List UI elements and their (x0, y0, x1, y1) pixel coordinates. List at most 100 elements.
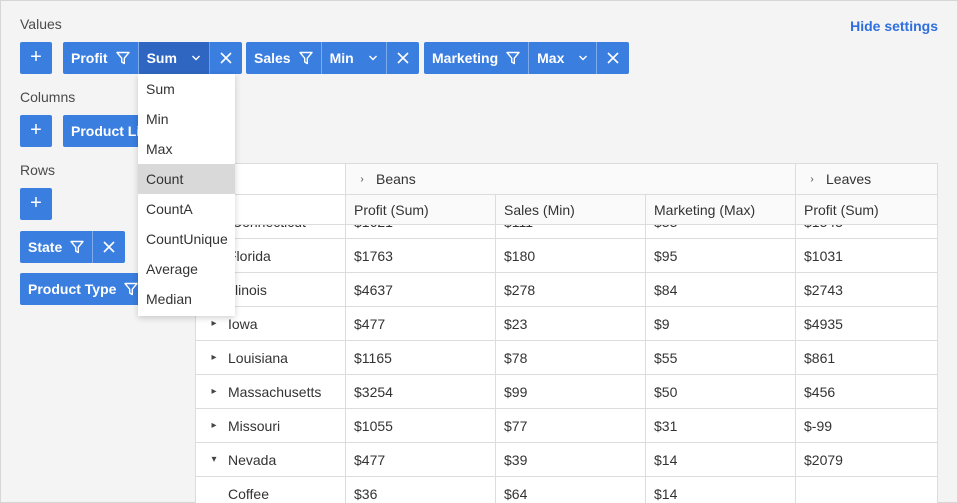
close-icon (607, 52, 619, 64)
table-cell: $23 (496, 307, 646, 341)
value-chip-field[interactable]: Profit (63, 42, 139, 74)
group-header-beans[interactable]: › Beans (346, 164, 796, 195)
value-chip-field[interactable]: Marketing (424, 42, 530, 74)
table-cell: $180 (496, 239, 646, 273)
chevron-down-icon (191, 55, 200, 61)
remove-row-button[interactable] (93, 231, 125, 263)
operation-dropdown[interactable]: Max (529, 42, 598, 74)
table-cell: $477 (346, 307, 496, 341)
row-header[interactable]: ▸ Louisiana (196, 341, 346, 375)
remove-value-button[interactable] (597, 42, 629, 74)
chevron-right-icon[interactable]: › (804, 174, 820, 185)
remove-value-button[interactable] (387, 42, 419, 74)
caret-right-icon[interactable]: ▸ (206, 318, 222, 329)
close-icon (397, 52, 409, 64)
operation-dropdown[interactable]: Sum (138, 42, 210, 74)
operation-dropdown[interactable]: Min (322, 42, 387, 74)
table-cell: $278 (496, 273, 646, 307)
hide-settings-link[interactable]: Hide settings (850, 18, 938, 34)
table-cell: $456 (796, 375, 937, 409)
chevron-down-icon (579, 55, 588, 61)
row-header: Coffee (196, 477, 346, 503)
table-cell: $14 (646, 443, 796, 477)
group-header-leaves[interactable]: › Leaves (796, 164, 937, 195)
caret-right-icon[interactable]: ▸ (206, 420, 222, 431)
chevron-right-icon[interactable]: › (354, 174, 370, 185)
table-cell: $2079 (796, 443, 937, 477)
table-cell: $78 (496, 341, 646, 375)
rows-section-label: Rows (20, 162, 56, 178)
add-row-button[interactable]: + (20, 188, 52, 220)
row-chip-product-type: Product Type (20, 273, 147, 305)
caret-right-icon[interactable]: ▸ (206, 352, 222, 363)
chevron-down-icon (368, 55, 377, 61)
table-cell: $111 (496, 225, 646, 239)
table-cell: $1031 (796, 239, 937, 273)
caret-down-icon[interactable]: ▾ (206, 454, 222, 465)
table-cell: $99 (496, 375, 646, 409)
table-cell: $77 (496, 409, 646, 443)
menu-option-median[interactable]: Median (138, 284, 235, 314)
value-chip-marketing: Marketing Max (424, 42, 630, 74)
row-header[interactable]: ▸ Missouri (196, 409, 346, 443)
value-chip-profit: Profit Sum (63, 42, 242, 74)
table-cell: $-99 (796, 409, 937, 443)
column-header[interactable]: Profit (Sum) (796, 195, 937, 225)
caret-right-icon[interactable]: ▸ (206, 386, 222, 397)
row-label: Coffee (228, 485, 269, 502)
menu-option-min[interactable]: Min (138, 104, 235, 134)
filter-icon[interactable] (115, 51, 130, 65)
table-cell: $1165 (346, 341, 496, 375)
values-section-label: Values (20, 16, 62, 32)
menu-option-average[interactable]: Average (138, 254, 235, 284)
close-icon (103, 241, 115, 253)
filter-icon[interactable] (506, 51, 520, 65)
menu-option-counta[interactable]: CountA (138, 194, 235, 224)
row-label: Massachusetts (228, 383, 322, 400)
table-cell: $3254 (346, 375, 496, 409)
menu-option-countunique[interactable]: CountUnique (138, 224, 235, 254)
row-label: Louisiana (228, 349, 288, 366)
row-chip-field[interactable]: State (20, 231, 94, 263)
menu-option-count[interactable]: Count (138, 164, 235, 194)
row-label: Nevada (228, 451, 277, 468)
table-cell: $1621 (346, 225, 496, 239)
value-chip-field[interactable]: Sales (246, 42, 322, 74)
value-chip-sales: Sales Min (246, 42, 419, 74)
filter-icon[interactable] (70, 240, 84, 254)
columns-section-label: Columns (20, 89, 76, 105)
row-header[interactable]: ▸ Massachusetts (196, 375, 346, 409)
table-cell: $36 (346, 477, 496, 503)
table-cell: $33 (646, 225, 796, 239)
table-cell: $14 (646, 477, 796, 503)
table-cell: $1055 (346, 409, 496, 443)
table-cell: $64 (496, 477, 646, 503)
table-body: Connecticut $1621 $111 $33 $1543 Florida… (196, 225, 937, 503)
filter-icon[interactable] (298, 51, 313, 65)
row-label: Missouri (228, 417, 281, 434)
remove-value-button[interactable] (210, 42, 242, 74)
table-cell: $31 (646, 409, 796, 443)
filter-icon[interactable] (124, 282, 139, 296)
table-cell: $9 (646, 307, 796, 341)
row-header[interactable]: ▾ Nevada (196, 443, 346, 477)
menu-option-max[interactable]: Max (138, 134, 235, 164)
column-header[interactable]: Marketing (Max) (646, 195, 796, 225)
row-label: Iowa (228, 315, 258, 332)
operation-menu: Sum Min Max Count CountA CountUnique Average Me… (138, 74, 235, 316)
add-value-button[interactable]: + (20, 42, 52, 74)
table-cell (796, 477, 937, 503)
table-cell: $84 (646, 273, 796, 307)
close-icon (220, 52, 232, 64)
table-cell: $2743 (796, 273, 937, 307)
column-header[interactable]: Sales (Min) (496, 195, 646, 225)
row-chip-field[interactable]: Product Type (20, 273, 146, 305)
table-cell: $50 (646, 375, 796, 409)
column-header[interactable]: Profit (Sum) (346, 195, 496, 225)
table-cell: $1763 (346, 239, 496, 273)
table-cell: $477 (346, 443, 496, 477)
menu-option-sum[interactable]: Sum (138, 74, 235, 104)
add-column-button[interactable]: + (20, 115, 52, 147)
table-cell: $39 (496, 443, 646, 477)
table-cell: $1543 (796, 225, 937, 239)
